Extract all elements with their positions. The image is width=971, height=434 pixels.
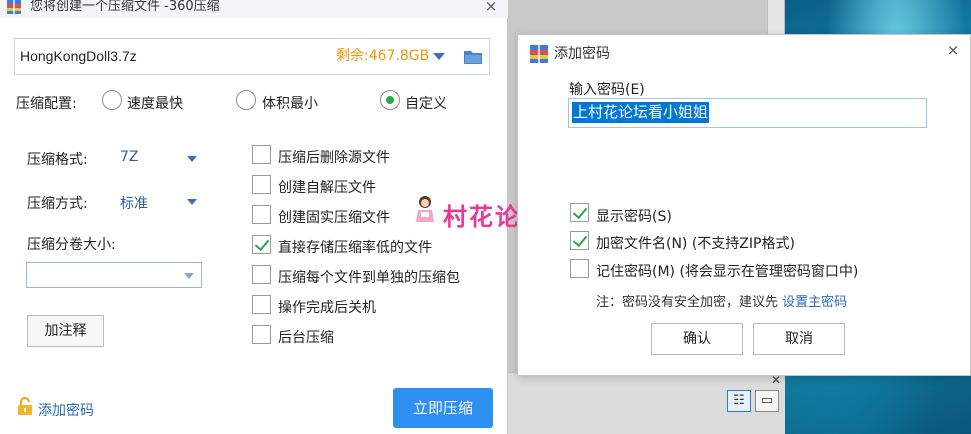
encrypt-filenames-label[interactable]: 加密文件名(N) (不支持ZIP格式) [596,233,795,253]
show-password-label[interactable]: 显示密码(S) [596,206,672,226]
option-label-0[interactable]: 压缩后删除源文件 [278,147,390,167]
method-label: 压缩方式: [27,196,88,212]
method-select[interactable]: 标准 [120,193,148,213]
option-checkbox-3[interactable] [252,235,271,254]
volume-dropdown-icon[interactable] [184,273,194,279]
filename-input[interactable] [20,39,320,74]
lock-icon[interactable] [17,397,33,415]
encrypt-filenames-checkbox[interactable] [570,231,589,250]
option-checkbox-4[interactable] [252,265,271,284]
security-note-text: 注：密码没有安全加密，建议先 [596,295,779,310]
radio-size-label[interactable]: 体积最小 [262,93,318,113]
password-input-label: 输入密码(E) [569,82,645,98]
remember-password-checkbox[interactable] [570,259,589,278]
method-dropdown-icon[interactable] [187,199,197,205]
add-password-link[interactable]: 添加密码 [38,400,94,420]
watermark-girl-icon [416,196,434,222]
free-space-label: 剩余:467.8GB [336,48,430,64]
window-title: 您将创建一个压缩文件 -360压缩 [30,0,220,14]
dialog-close-icon[interactable]: × [944,41,962,59]
show-password-checkbox[interactable] [570,203,589,222]
cancel-button[interactable]: 取消 [753,323,845,355]
remember-password-label[interactable]: 记住密码(M) (将会显示在管理密码窗口中) [596,261,858,281]
option-label-6[interactable]: 后台压缩 [278,327,334,347]
option-label-2[interactable]: 创建固实压缩文件 [278,207,390,227]
confirm-button[interactable]: 确认 [651,323,743,355]
password-dialog: 添加密码 × 输入密码(E) 上村花论坛看小姐姐 显示密码(S) 加密文件名(N… [517,34,971,376]
archive-app-icon [7,0,21,14]
compress-now-button[interactable]: 立即压缩 [393,388,493,428]
option-checkbox-6[interactable] [252,325,271,344]
add-comment-button[interactable]: 加注释 [27,315,104,347]
option-checkbox-2[interactable] [252,205,271,224]
security-note: 注：密码没有安全加密，建议先 设置主密码 [596,291,847,310]
close-icon[interactable]: × [482,0,500,15]
set-master-password-link[interactable]: 设置主密码 [782,295,847,310]
titlebar: 您将创建一个压缩文件 -360压缩 × [0,0,508,18]
dialog-title: 添加密码 [554,46,610,62]
archive-app-icon [530,45,548,63]
format-dropdown-icon[interactable] [187,156,197,162]
option-label-1[interactable]: 创建自解压文件 [278,177,376,197]
radio-speed[interactable] [102,90,122,110]
option-label-5[interactable]: 操作完成后关机 [278,297,376,317]
option-checkbox-1[interactable] [252,175,271,194]
folder-icon[interactable] [464,49,482,64]
password-value: 上村花论坛看小姐姐 [572,102,710,123]
format-select[interactable]: 7Z [120,149,139,165]
password-input[interactable]: 上村花论坛看小姐姐 [568,98,927,128]
option-checkbox-5[interactable] [252,295,271,314]
volume-size-select[interactable] [26,262,202,288]
config-label: 压缩配置: [16,96,77,112]
option-label-4[interactable]: 压缩每个文件到单独的压缩包 [278,267,460,287]
radio-size[interactable] [236,90,256,110]
option-checkbox-0[interactable] [252,145,271,164]
output-path-field[interactable]: 剩余:467.8GB [14,38,490,75]
volume-label: 压缩分卷大小: [27,237,116,253]
radio-speed-label[interactable]: 速度最快 [127,93,183,113]
details-view-icon[interactable]: ☷ [727,390,751,412]
thumbnail-view-icon[interactable]: ▭ [755,390,779,412]
path-dropdown-icon[interactable] [433,53,445,60]
format-label: 压缩格式: [27,152,88,168]
radio-custom-label[interactable]: 自定义 [405,93,447,113]
radio-custom[interactable] [380,90,400,110]
option-label-3[interactable]: 直接存储压缩率低的文件 [278,237,432,257]
